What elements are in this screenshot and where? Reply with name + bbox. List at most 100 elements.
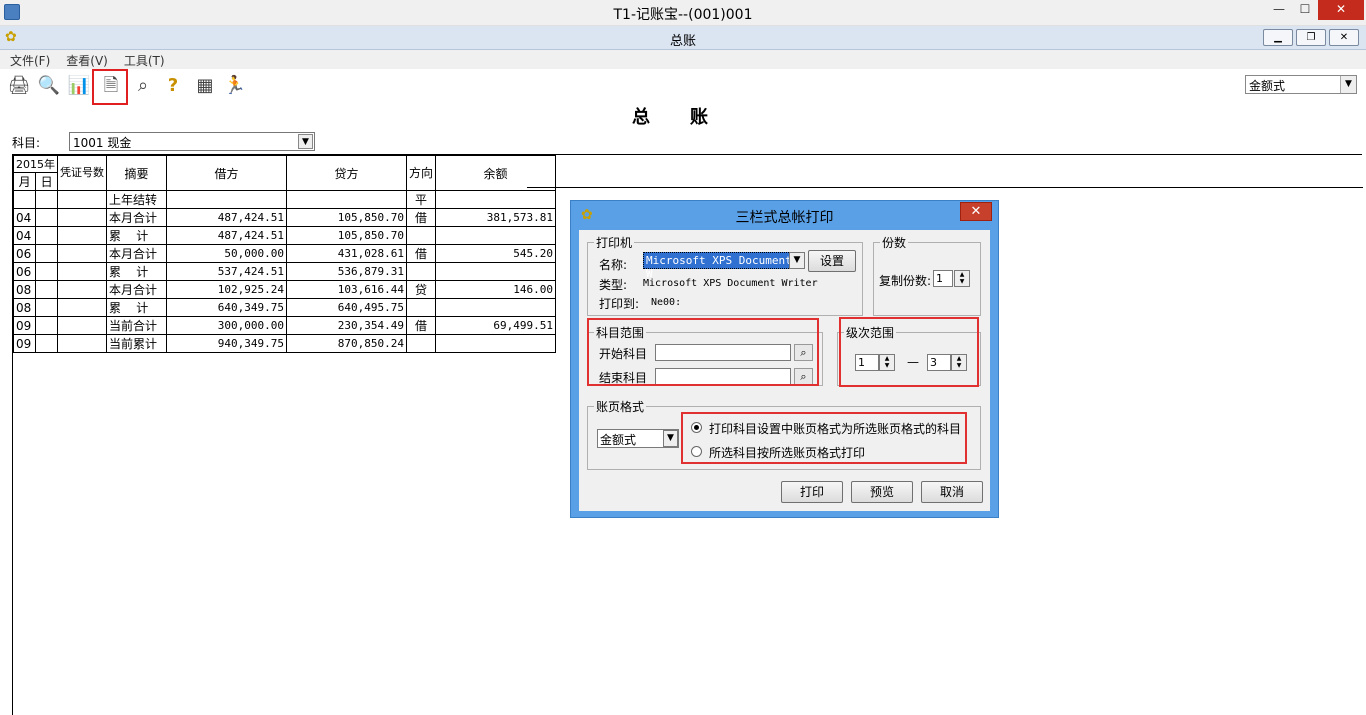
table-row[interactable]: 上年结转 平 [12,190,557,209]
cell-direction [405,262,437,281]
minimize-button[interactable]: — [1266,0,1292,20]
child-restore-button[interactable]: ❐ [1296,29,1326,46]
chevron-down-icon[interactable]: ▼ [298,134,313,149]
header-direction: 方向 [405,155,437,191]
chevron-down-icon[interactable]: ▼ [789,252,805,269]
chevron-down-icon[interactable]: ▼ [1340,76,1356,93]
maximize-button[interactable]: ☐ [1292,0,1318,20]
printto-label: 打印到: [599,297,640,311]
cell-debit: 537,424.51 [166,262,287,281]
cell-balance [435,298,557,317]
preview-icon[interactable]: 🔍 [36,73,62,99]
format-select-value: 金额式 [1249,79,1286,93]
dialog-close-button[interactable]: ✕ [960,202,992,221]
cell-debit: 102,925.24 [166,280,287,299]
cell-voucher [57,280,107,299]
preview-button[interactable]: 预览 [851,481,913,503]
cell-month: 04 [12,208,37,227]
search-icon[interactable]: ⌕ [130,73,156,99]
table-row[interactable]: 09 当前合计 300,000.00 230,354.49 借 69,499.51 [12,316,557,335]
menu-tools[interactable]: 工具(T) [114,50,171,69]
close-button[interactable]: ✕ [1318,0,1364,20]
cancel-button[interactable]: 取消 [921,481,983,503]
table-row[interactable]: 06 本月合计 50,000.00 431,028.61 借 545.20 [12,244,557,263]
cell-summary: 本月合计 [106,280,167,299]
header-month: 月 [12,172,37,191]
menu-view[interactable]: 查看(V) [56,50,114,69]
cell-day [35,262,58,281]
table-row[interactable]: 08 本月合计 102,925.24 103,616.44 贷 146.00 [12,280,557,299]
cell-day [35,208,58,227]
cell-balance [435,226,557,245]
export-icon[interactable]: 📊 [66,73,92,99]
cell-day [35,226,58,245]
cell-day [35,334,58,353]
cell-day [35,244,58,263]
cell-direction: 借 [405,244,437,263]
header-voucher: 凭证号数 [57,155,107,191]
cell-balance [435,190,557,209]
dialog-body: 打印机 名称: Microsoft XPS Document W ▼ 设置 类型… [579,230,990,511]
exit-icon[interactable]: 🏃 [222,73,248,99]
child-window-titlebar: ✿ 总账 ▁ ❐ ✕ [0,26,1366,50]
copies-spinner[interactable]: ▲ ▼ [954,270,970,287]
chevron-down-icon[interactable]: ▼ [663,430,678,447]
subject-select[interactable]: 1001 现金 ▼ [69,132,315,151]
cell-month [12,190,37,209]
cell-balance: 69,499.51 [435,316,557,335]
cell-credit: 536,879.31 [286,262,407,281]
setup-button[interactable]: 设置 [808,250,856,272]
dialog-titlebar: ✿ 三栏式总帐打印 ✕ [571,201,998,229]
cell-direction: 借 [405,208,437,227]
cell-voucher [57,316,107,335]
page-format-label: 账页格式 [596,400,645,414]
copies-input[interactable]: 1 [933,270,953,287]
cell-day [35,316,58,335]
cell-credit: 640,495.75 [286,298,407,317]
cell-voucher [57,334,107,353]
cell-direction [405,298,437,317]
cell-credit: 870,850.24 [286,334,407,353]
cell-credit: 105,850.70 [286,208,407,227]
table-row[interactable]: 09 当前累计 940,349.75 870,850.24 [12,334,557,353]
cell-summary: 当前合计 [106,316,167,335]
copies-group-label: 份数 [882,236,907,250]
table-row[interactable]: 08 累 计 640,349.75 640,495.75 [12,298,557,317]
child-minimize-button[interactable]: ▁ [1263,29,1293,46]
table-row[interactable]: 04 累 计 487,424.51 105,850.70 [12,226,557,245]
subject-label: 科目: [12,136,41,150]
cell-summary: 当前累计 [106,334,167,353]
cell-month: 08 [12,298,37,317]
table-row[interactable]: 06 累 计 537,424.51 536,879.31 [12,262,557,281]
help-icon[interactable]: ? [160,73,186,99]
menu-file[interactable]: 文件(F) [0,50,56,69]
header-summary: 摘要 [106,155,167,191]
cell-balance [435,262,557,281]
table-row[interactable]: 04 本月合计 487,424.51 105,850.70 借 381,573.81 [12,208,557,227]
cell-voucher [57,244,107,263]
printer-group-label: 打印机 [596,236,633,250]
print-icon[interactable]: 🖨 [6,73,32,99]
calculator-icon[interactable]: ▦ [192,73,218,99]
cell-summary: 累 计 [106,226,167,245]
cell-summary: 本月合计 [106,208,167,227]
window-titlebar: T1-记账宝--(001)001 — ☐ ✕ [0,0,1366,26]
level-range-highlight-box [839,317,979,387]
printto-value: Ne00: [651,297,682,308]
printer-type-label: 类型: [599,278,628,292]
cell-voucher [57,298,107,317]
cell-month: 06 [12,262,37,281]
cell-month: 08 [12,280,37,299]
format-select[interactable]: 金额式 ▼ [1245,75,1357,94]
cell-voucher [57,190,107,209]
print-button[interactable]: 打印 [781,481,843,503]
cell-credit: 105,850.70 [286,226,407,245]
cell-summary: 上年结转 [106,190,167,209]
cell-day [35,190,58,209]
window-title: T1-记账宝--(001)001 [613,7,753,23]
cell-debit [166,190,287,209]
header-debit: 借方 [166,155,287,191]
printer-name-select[interactable]: Microsoft XPS Document W [643,252,805,280]
grid-header-divider [527,187,1363,188]
child-close-button[interactable]: ✕ [1329,29,1359,46]
